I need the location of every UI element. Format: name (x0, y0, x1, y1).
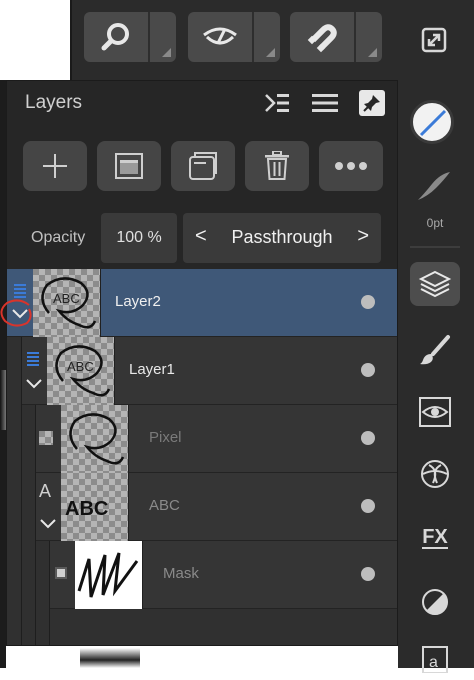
visibility-dot[interactable] (361, 295, 375, 309)
mask-icon (115, 153, 143, 179)
magnifier-icon (84, 12, 148, 62)
layer-name: Layer2 (115, 293, 161, 310)
layer-list: ABC Layer2 ABC Layer1 Pixel A ABC ABC Ma… (0, 269, 397, 645)
mask-layer-icon (55, 567, 67, 579)
eye-icon (188, 12, 252, 62)
more-options-button[interactable] (319, 141, 383, 191)
group-icon (189, 152, 217, 180)
indent-guide (49, 541, 50, 645)
right-sidebar: 0pt FX a (398, 80, 474, 673)
opacity-field[interactable]: 100 % (101, 213, 177, 263)
pixel-layer-icon (39, 431, 53, 445)
layer-row-layer1[interactable]: ABC Layer1 (21, 337, 397, 405)
layer-thumbnail: ABC (47, 337, 115, 405)
group-handle-icon[interactable] (25, 351, 41, 372)
collapse-icon[interactable] (263, 89, 291, 117)
toolbar-edge (70, 0, 72, 80)
layer-name: Pixel (149, 429, 182, 446)
zoom-tool-button[interactable] (84, 12, 176, 62)
chevron-down-icon[interactable] (25, 377, 43, 395)
visibility-dot[interactable] (361, 363, 375, 377)
layers-panel: Layers Opacity 100 % < Passthrough > ABC… (0, 80, 398, 646)
stroke-width-label: 0pt (426, 216, 444, 230)
canvas-stroke (0, 370, 6, 430)
layer-row-pixel[interactable]: Pixel (35, 405, 397, 473)
color-icon[interactable] (410, 580, 460, 624)
layer-thumbnail: ABC (61, 473, 129, 541)
delete-layer-button[interactable] (245, 141, 309, 191)
dropdown-corner-icon[interactable] (368, 48, 377, 57)
sidebar-divider (410, 246, 460, 248)
dropdown-corner-icon[interactable] (162, 48, 171, 57)
indent-guide (21, 337, 22, 645)
layer-row-mask[interactable]: Mask (49, 541, 397, 609)
brushes-icon[interactable] (410, 328, 460, 372)
effects-icon[interactable] (410, 452, 460, 496)
layer-thumbnail (75, 541, 143, 609)
text-styles-icon[interactable]: a (410, 636, 460, 680)
thumbnail-text: ABC (67, 359, 94, 374)
layer-name: Mask (163, 565, 199, 582)
indent-guide (35, 405, 36, 645)
magnet-icon (290, 12, 354, 62)
visibility-dot[interactable] (361, 431, 375, 445)
dropdown-corner-icon[interactable] (266, 48, 275, 57)
fx-icon[interactable]: FX (410, 516, 460, 560)
fx-label: FX (422, 526, 448, 549)
snapping-button[interactable] (290, 12, 382, 62)
add-layer-button[interactable] (23, 141, 87, 191)
group-layers-button[interactable] (171, 141, 235, 191)
svg-text:a: a (429, 654, 438, 671)
button-separator (252, 12, 254, 62)
blend-mode-selector[interactable]: < Passthrough > (183, 213, 381, 263)
canvas-stroke (80, 648, 140, 668)
button-separator (148, 12, 150, 62)
layer-row-layer2[interactable]: ABC Layer2 (0, 269, 397, 337)
expand-icon[interactable] (420, 26, 448, 54)
layer-name: ABC (149, 497, 180, 514)
layer-thumbnail (61, 405, 129, 473)
adjustments-icon[interactable] (410, 390, 460, 434)
view-mode-button[interactable] (188, 12, 280, 62)
panel-title: Layers (25, 92, 83, 113)
text-layer-icon: A (39, 481, 52, 501)
trash-icon (265, 151, 289, 180)
layer-name: Layer1 (129, 361, 175, 378)
thumbnail-text: ABC (53, 291, 80, 306)
visibility-dot[interactable] (361, 499, 375, 513)
layer-thumbnail: ABC (33, 269, 101, 337)
ellipsis-icon (335, 162, 367, 170)
visibility-dot[interactable] (361, 567, 375, 581)
layers-studio-icon[interactable] (410, 262, 460, 306)
opacity-label: Opacity (31, 229, 86, 246)
menu-icon[interactable] (311, 89, 339, 117)
button-separator (354, 12, 356, 62)
thumbnail-text: ABC (65, 498, 108, 520)
brush-color-swatch[interactable] (410, 100, 454, 144)
pin-icon[interactable] (359, 90, 385, 116)
blend-next-button[interactable]: > (357, 225, 369, 248)
chevron-down-icon[interactable] (39, 517, 57, 535)
plus-icon (43, 154, 67, 178)
stroke-icon[interactable] (414, 166, 454, 206)
blend-mode-label: Passthrough (231, 227, 333, 247)
layer-row-abc[interactable]: A ABC ABC (35, 473, 397, 541)
add-mask-button[interactable] (97, 141, 161, 191)
